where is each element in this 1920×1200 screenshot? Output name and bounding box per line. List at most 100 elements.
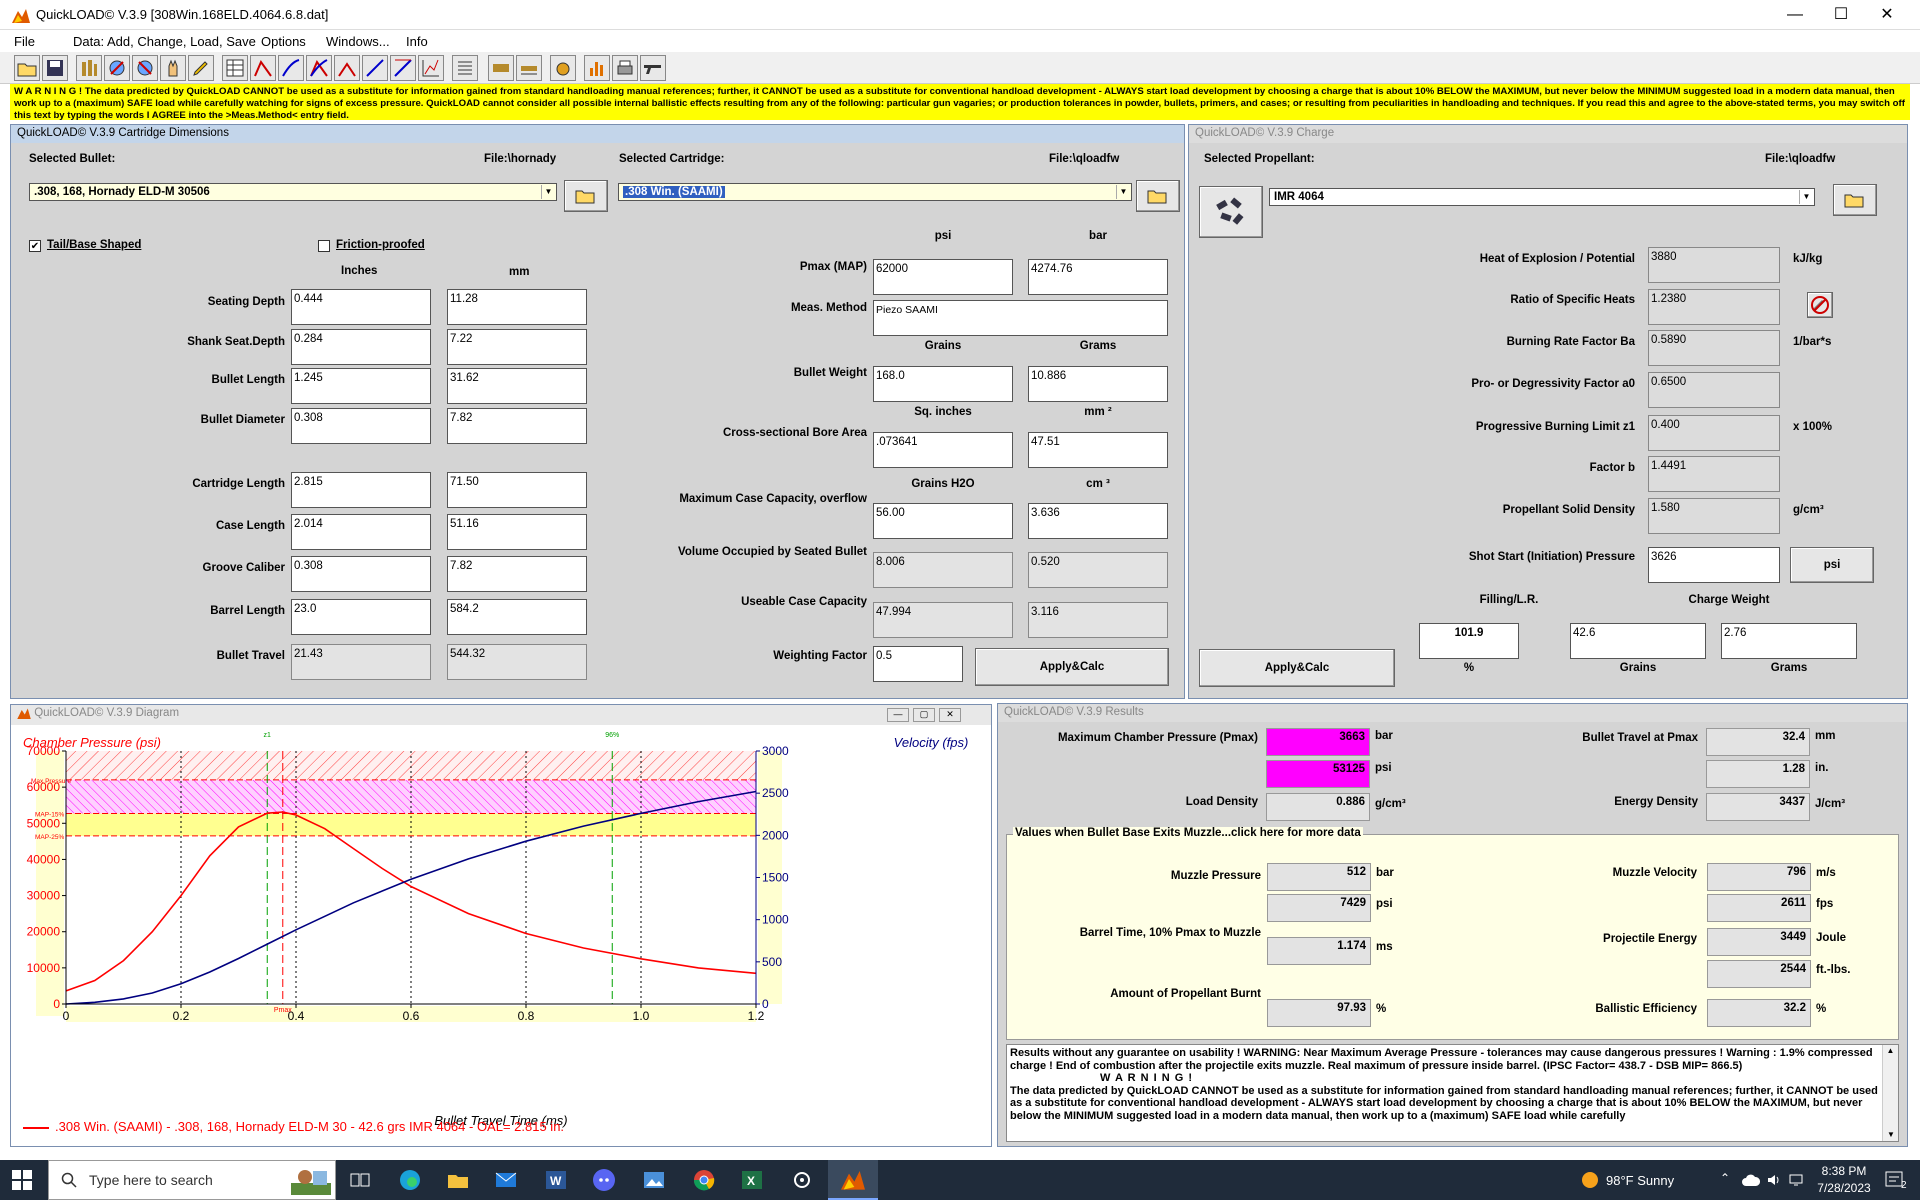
shank-seat-depth-in[interactable]: 0.284 — [291, 329, 431, 365]
bullet-select[interactable]: .308, 168, Hornady ELD-M 30506 ▼ — [29, 183, 557, 201]
menu-options[interactable]: Options — [261, 34, 306, 49]
groove-caliber-in[interactable]: 0.308 — [291, 556, 431, 592]
list-icon[interactable] — [452, 55, 478, 81]
psi-unit-button[interactable]: psi — [1790, 547, 1874, 583]
bore-area-mm-field[interactable]: 47.51 — [1028, 432, 1168, 468]
bullet-open-button[interactable] — [564, 180, 608, 212]
clock-date[interactable]: 7/28/2023 — [1814, 1181, 1874, 1195]
shank-seat-depth-mm[interactable]: 7.22 — [447, 329, 587, 365]
groove-caliber-mm[interactable]: 7.82 — [447, 556, 587, 592]
pmax-bar-field[interactable]: 4274.76 — [1028, 259, 1168, 295]
results-notes-textarea[interactable]: Results without any guarantee on usabili… — [1006, 1044, 1899, 1142]
network-icon[interactable] — [1788, 1172, 1804, 1188]
charge-apply-calc-button[interactable]: Apply&Calc — [1199, 649, 1395, 687]
barrel-length-in[interactable]: 23.0 — [291, 599, 431, 635]
cartridge-select[interactable]: .308 Win. (SAAMI) ▼ — [618, 183, 1132, 201]
progressive-limit-field[interactable]: 0.400 — [1648, 415, 1780, 451]
quickload-taskbar-button[interactable] — [828, 1160, 878, 1200]
discord-icon[interactable] — [592, 1168, 616, 1192]
print-icon[interactable] — [612, 55, 638, 81]
diagram-restore-button[interactable]: ▢ — [913, 708, 935, 722]
table-icon[interactable] — [222, 55, 248, 81]
barrel-length-mm[interactable]: 584.2 — [447, 599, 587, 635]
bullet-length-mm[interactable]: 31.62 — [447, 368, 587, 404]
chart-combined-icon[interactable] — [306, 55, 332, 81]
maximize-button[interactable]: ☐ — [1818, 2, 1864, 28]
menu-windows[interactable]: Windows... — [326, 34, 390, 49]
solid-density-field[interactable]: 1.580 — [1648, 498, 1780, 534]
degressivity-field[interactable]: 0.6500 — [1648, 372, 1780, 408]
taskbar-search-box[interactable]: Type here to search — [48, 1160, 336, 1200]
hand-icon[interactable] — [160, 55, 186, 81]
notes-scrollbar[interactable]: ▲ ▼ — [1882, 1045, 1898, 1141]
muzzle-group-title[interactable]: Values when Bullet Base Exits Muzzle...c… — [1013, 827, 1363, 839]
bullet-length-in[interactable]: 1.245 — [291, 368, 431, 404]
charge-grams-field[interactable]: 2.76 — [1721, 623, 1857, 659]
max-case-capacity-gr-field[interactable]: 56.00 — [873, 503, 1013, 539]
propellant-image-button[interactable] — [1199, 186, 1263, 238]
chart-burn-icon[interactable] — [390, 55, 416, 81]
max-case-capacity-cm-field[interactable]: 3.636 — [1028, 503, 1168, 539]
diagram-minimize-button[interactable]: — — [887, 708, 909, 722]
menu-file[interactable]: File — [14, 34, 35, 49]
meas-method-field[interactable]: Piezo SAAMI — [873, 300, 1168, 336]
propellant-open-button[interactable] — [1833, 184, 1877, 216]
burning-rate-field[interactable]: 0.5890 — [1648, 330, 1780, 366]
tray-chevron-up-icon[interactable]: ⌃ — [1720, 1171, 1730, 1185]
onedrive-cloud-icon[interactable] — [1742, 1173, 1760, 1187]
cartridge-db-icon[interactable] — [104, 55, 130, 81]
scroll-up-icon[interactable]: ▲ — [1883, 1045, 1898, 1058]
chart-velocity-icon[interactable] — [278, 55, 304, 81]
chart-pressure-icon[interactable] — [250, 55, 276, 81]
menu-info[interactable]: Info — [406, 34, 428, 49]
case-length-in[interactable]: 2.014 — [291, 514, 431, 550]
bullet-weight-gr-field[interactable]: 168.0 — [873, 366, 1013, 402]
friction-proofed-checkbox[interactable] — [318, 240, 330, 252]
volume-icon[interactable] — [1766, 1172, 1782, 1188]
bullet-db-icon[interactable] — [76, 55, 102, 81]
propellant-db-icon[interactable] — [132, 55, 158, 81]
photos-icon[interactable] — [642, 1168, 666, 1192]
filling-field[interactable]: 101.9 — [1419, 623, 1519, 659]
excel-icon[interactable]: X — [740, 1168, 764, 1192]
muzzle-values-group[interactable]: Values when Bullet Base Exits Muzzle...c… — [1006, 827, 1899, 1040]
seating-depth-mm[interactable]: 11.28 — [447, 289, 587, 325]
diagram-close-button[interactable]: ✕ — [939, 708, 961, 722]
cartridge-length-in[interactable]: 2.815 — [291, 472, 431, 508]
propellant-select[interactable]: IMR 4064 ▼ — [1269, 188, 1815, 206]
save-icon[interactable] — [42, 55, 68, 81]
tail-base-checkbox[interactable]: ✔ — [29, 240, 41, 252]
mail-icon[interactable] — [494, 1168, 518, 1192]
weather-text[interactable]: 98°F Sunny — [1606, 1173, 1674, 1188]
weighting-factor-field[interactable]: 0.5 — [873, 646, 963, 682]
bar-chart-icon[interactable] — [584, 55, 610, 81]
weather-sun-icon[interactable] — [1580, 1170, 1600, 1190]
heat-explosion-field[interactable]: 3880 — [1648, 247, 1780, 283]
chrome-icon[interactable] — [692, 1168, 716, 1192]
file-explorer-icon[interactable] — [446, 1168, 470, 1192]
gun-icon[interactable] — [640, 55, 666, 81]
chart-travel-icon[interactable] — [334, 55, 360, 81]
close-button[interactable]: ✕ — [1864, 2, 1910, 28]
pmax-psi-field[interactable]: 62000 — [873, 259, 1013, 295]
edge-browser-icon[interactable] — [398, 1168, 422, 1192]
minimize-button[interactable]: — — [1772, 2, 1818, 28]
compare-icon[interactable] — [488, 55, 514, 81]
word-icon[interactable]: W — [544, 1168, 568, 1192]
bullet-diameter-mm[interactable]: 7.82 — [447, 408, 587, 444]
open-file-icon[interactable] — [14, 55, 40, 81]
windows-start-icon[interactable] — [12, 1170, 32, 1190]
seating-icon[interactable] — [516, 55, 542, 81]
scroll-down-icon[interactable]: ▼ — [1883, 1129, 1898, 1142]
clock-time[interactable]: 8:38 PM — [1814, 1164, 1874, 1178]
menu-data[interactable]: Data: Add, Change, Load, Save — [73, 34, 256, 49]
bullet-diameter-in[interactable]: 0.308 — [291, 408, 431, 444]
bore-area-in-field[interactable]: .073641 — [873, 432, 1013, 468]
pencil-icon[interactable] — [188, 55, 214, 81]
task-view-icon[interactable] — [348, 1168, 372, 1192]
factor-b-field[interactable]: 1.4491 — [1648, 456, 1780, 492]
calculator-button[interactable] — [1807, 292, 1833, 318]
cartridge-apply-calc-button[interactable]: Apply&Calc — [975, 648, 1169, 686]
charge-grains-field[interactable]: 42.6 — [1570, 623, 1706, 659]
shot-start-pressure-field[interactable]: 3626 — [1648, 547, 1780, 583]
